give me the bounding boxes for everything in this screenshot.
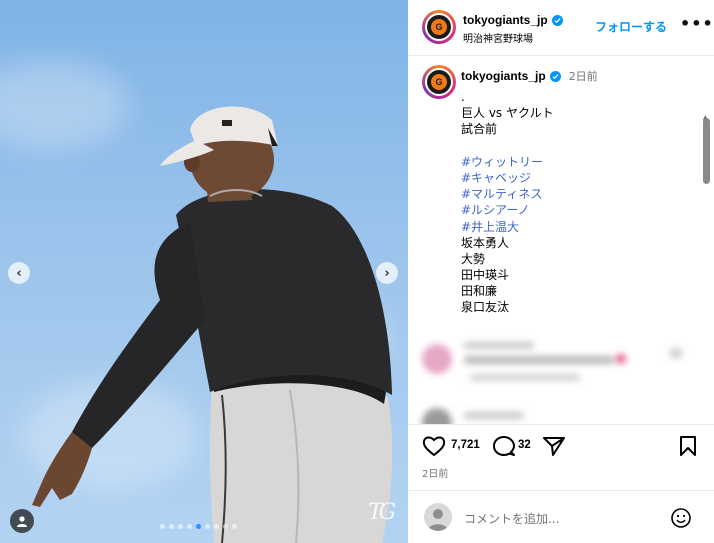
avatar[interactable]: G [422, 10, 456, 44]
team-watermark-logo: TG [368, 500, 396, 525]
username-link[interactable]: tokyogiants_jp [463, 13, 563, 27]
caption-timestamp: 2日前 [568, 70, 598, 83]
caption-line: 巨人 vs ヤクルト [461, 106, 554, 121]
carousel-dot [169, 524, 174, 529]
comment-icon[interactable] [492, 435, 516, 457]
previous-photo-button[interactable]: ‹ [8, 262, 30, 284]
carousel-dot [205, 524, 210, 529]
giants-logo-icon: G [431, 74, 447, 90]
caption-line: 田和廉 [461, 284, 498, 299]
like-count[interactable]: 7,721 [451, 439, 480, 451]
baseball-player-figure [32, 106, 393, 543]
carousel-dot [223, 524, 228, 529]
hashtag-link[interactable]: #ウィットリー [461, 154, 554, 170]
caption-username[interactable]: tokyogiants_jp [461, 69, 546, 83]
scrollbar-thumb[interactable] [703, 118, 710, 184]
comment-count[interactable]: 32 [518, 439, 531, 451]
emoji-icon[interactable] [670, 507, 692, 529]
post-header: G tokyogiants_jp 明治神宮野球場 フォローする ••• [408, 0, 714, 56]
carousel-dot [178, 524, 183, 529]
blurred-comment [408, 336, 714, 396]
giants-logo-icon: G [431, 19, 447, 35]
avatar[interactable]: G [422, 65, 456, 99]
tagged-people-button[interactable] [10, 509, 34, 533]
chevron-left-icon: ‹ [16, 265, 22, 281]
comment-composer: コメントを追加... [408, 490, 714, 543]
carousel-dot [214, 524, 219, 529]
caption-text: . 巨人 vs ヤクルト 試合前 #ウィットリー #キャベッジ #マルティネス #ルシアーノ… [461, 89, 554, 316]
hashtag-link[interactable]: #ルシアーノ [461, 202, 554, 218]
follow-button[interactable]: フォローする [595, 18, 667, 35]
more-options-icon[interactable]: ••• [680, 14, 714, 33]
location-link[interactable]: 明治神宮野球場 [463, 30, 533, 45]
user-avatar [424, 503, 452, 531]
carousel-dot [160, 524, 165, 529]
username-text: tokyogiants_jp [463, 13, 548, 27]
blurred-comment [408, 404, 714, 424]
carousel-dot [196, 524, 201, 529]
caption-line: 試合前 [461, 122, 498, 137]
verified-badge-icon [551, 14, 563, 26]
person-icon [17, 516, 27, 527]
caption-line: 坂本勇人 [461, 235, 510, 250]
share-icon[interactable] [542, 435, 566, 457]
heart-icon[interactable] [422, 435, 446, 457]
carousel-indicator [160, 524, 237, 529]
comment-input[interactable]: コメントを追加... [464, 510, 559, 527]
default-avatar-icon [428, 509, 448, 531]
bookmark-icon[interactable] [678, 435, 698, 457]
carousel-dot [187, 524, 192, 529]
carousel-dot [232, 524, 237, 529]
action-bar: 7,721 32 2日前 [408, 424, 714, 482]
verified-badge-icon [549, 70, 561, 82]
chevron-right-icon: › [384, 265, 390, 281]
caption-line: 泉口友汰 [461, 300, 510, 315]
hashtag-link[interactable]: #キャベッジ [461, 170, 554, 186]
caption-section: G tokyogiants_jp 2日前 . 巨人 vs ヤクルト 試合前 #ウィット… [408, 56, 714, 424]
hashtag-link[interactable]: #マルティネス [461, 186, 554, 202]
next-photo-button[interactable]: › [376, 262, 398, 284]
caption-line: . [461, 90, 465, 104]
caption-line [461, 138, 554, 154]
post-detail-panel: G tokyogiants_jp 明治神宮野球場 フォローする ••• G to… [408, 0, 714, 543]
caption-line: 田中瑛斗 [461, 268, 510, 283]
hashtag-link[interactable]: #井上温大 [461, 219, 554, 235]
post-date: 2日前 [422, 469, 449, 480]
caption-line: 大勢 [461, 251, 486, 266]
caption-header: tokyogiants_jp 2日前 [461, 68, 598, 84]
post-photo[interactable]: ‹ › TG [0, 0, 408, 543]
